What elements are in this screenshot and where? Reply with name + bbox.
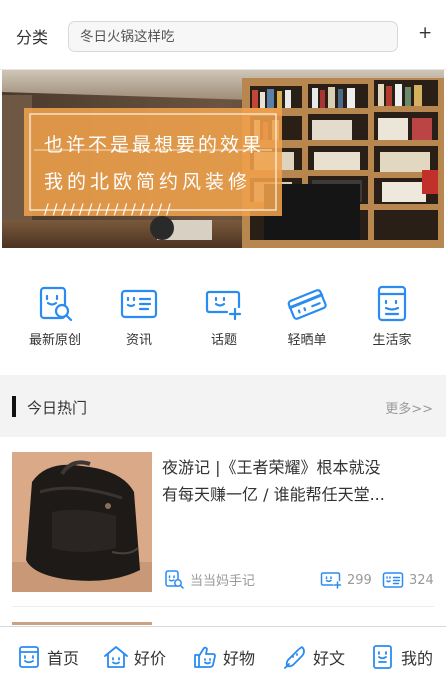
tab-label: 首页: [47, 649, 80, 668]
article-card[interactable]: 夜游记 |《王者荣耀》根本就没 有每天赚一亿 / 谁能帮任天堂... 当当妈手记…: [0, 437, 446, 625]
search-input[interactable]: [69, 22, 397, 51]
category-button[interactable]: 分类: [16, 24, 48, 48]
comment-add-icon: [320, 571, 342, 589]
tab-mine[interactable]: 我的: [370, 642, 433, 672]
ticket-icon: [287, 284, 327, 324]
profile-icon: [370, 644, 396, 670]
home-doc-icon: [16, 644, 42, 670]
tab-label: 好文: [313, 649, 346, 668]
category-label: 话题: [210, 333, 237, 348]
like-count[interactable]: 299: [320, 570, 372, 590]
journal-icon: [372, 284, 412, 324]
banner-carousel[interactable]: 也许不是最想要的效果 我的北欧简约风装修 ///////////////: [2, 70, 444, 248]
comment-count-value: 324: [409, 572, 434, 588]
more-link[interactable]: 更多>>: [385, 398, 433, 417]
category-latest-original[interactable]: 最新原创: [12, 284, 98, 348]
hot-title-marker: [12, 396, 16, 417]
article-title-line1: 夜游记 |《王者荣耀》根本就没: [162, 458, 381, 477]
quill-icon: [282, 644, 308, 670]
article-divider: [12, 606, 434, 607]
tab-good-stuff[interactable]: 好物: [192, 642, 255, 672]
comment-icon: [382, 571, 404, 589]
article-title-line2: 有每天赚一亿 / 谁能帮任天堂...: [162, 485, 385, 504]
category-light-share[interactable]: 轻晒单: [264, 284, 350, 348]
thumbs-up-icon: [192, 644, 218, 670]
add-button[interactable]: +: [418, 23, 432, 43]
next-article-thumbnail-edge: [12, 622, 152, 625]
category-label: 最新原创: [28, 333, 81, 348]
tab-label: 我的: [401, 649, 434, 668]
category-life-expert[interactable]: 生活家: [349, 284, 435, 348]
banner-image: [2, 70, 444, 248]
article-thumbnail: [12, 452, 152, 592]
top-header: 分类 +: [0, 0, 446, 70]
news-icon: [119, 284, 159, 324]
article-title: 夜游记 |《王者荣耀》根本就没 有每天赚一亿 / 谁能帮任天堂...: [162, 454, 434, 508]
tab-home[interactable]: 首页: [16, 642, 79, 672]
category-grid: 最新原创 资讯 话题 轻晒单 生活家: [0, 249, 446, 375]
article-source[interactable]: 当当妈手记: [164, 568, 255, 590]
tab-deals[interactable]: 好价: [103, 642, 166, 672]
category-label: 资讯: [125, 333, 152, 348]
chat-add-icon: [204, 284, 244, 324]
magnifier-doc-icon: [35, 284, 75, 324]
category-news[interactable]: 资讯: [96, 284, 182, 348]
category-label: 轻晒单: [287, 333, 327, 348]
tab-articles[interactable]: 好文: [282, 642, 345, 672]
like-count-value: 299: [347, 572, 372, 588]
category-topics[interactable]: 话题: [181, 284, 267, 348]
author-icon: [164, 569, 184, 589]
tab-label: 好价: [134, 649, 167, 668]
search-box[interactable]: [68, 21, 398, 52]
category-label: 生活家: [372, 333, 412, 348]
comment-count[interactable]: 324: [382, 570, 434, 590]
bottom-tab-bar: 首页 好价 好物 好文 我的: [0, 626, 446, 686]
tab-label: 好物: [223, 649, 256, 668]
house-icon: [103, 644, 129, 670]
article-source-name: 当当妈手记: [190, 573, 256, 589]
hot-title: 今日热门: [27, 399, 88, 417]
